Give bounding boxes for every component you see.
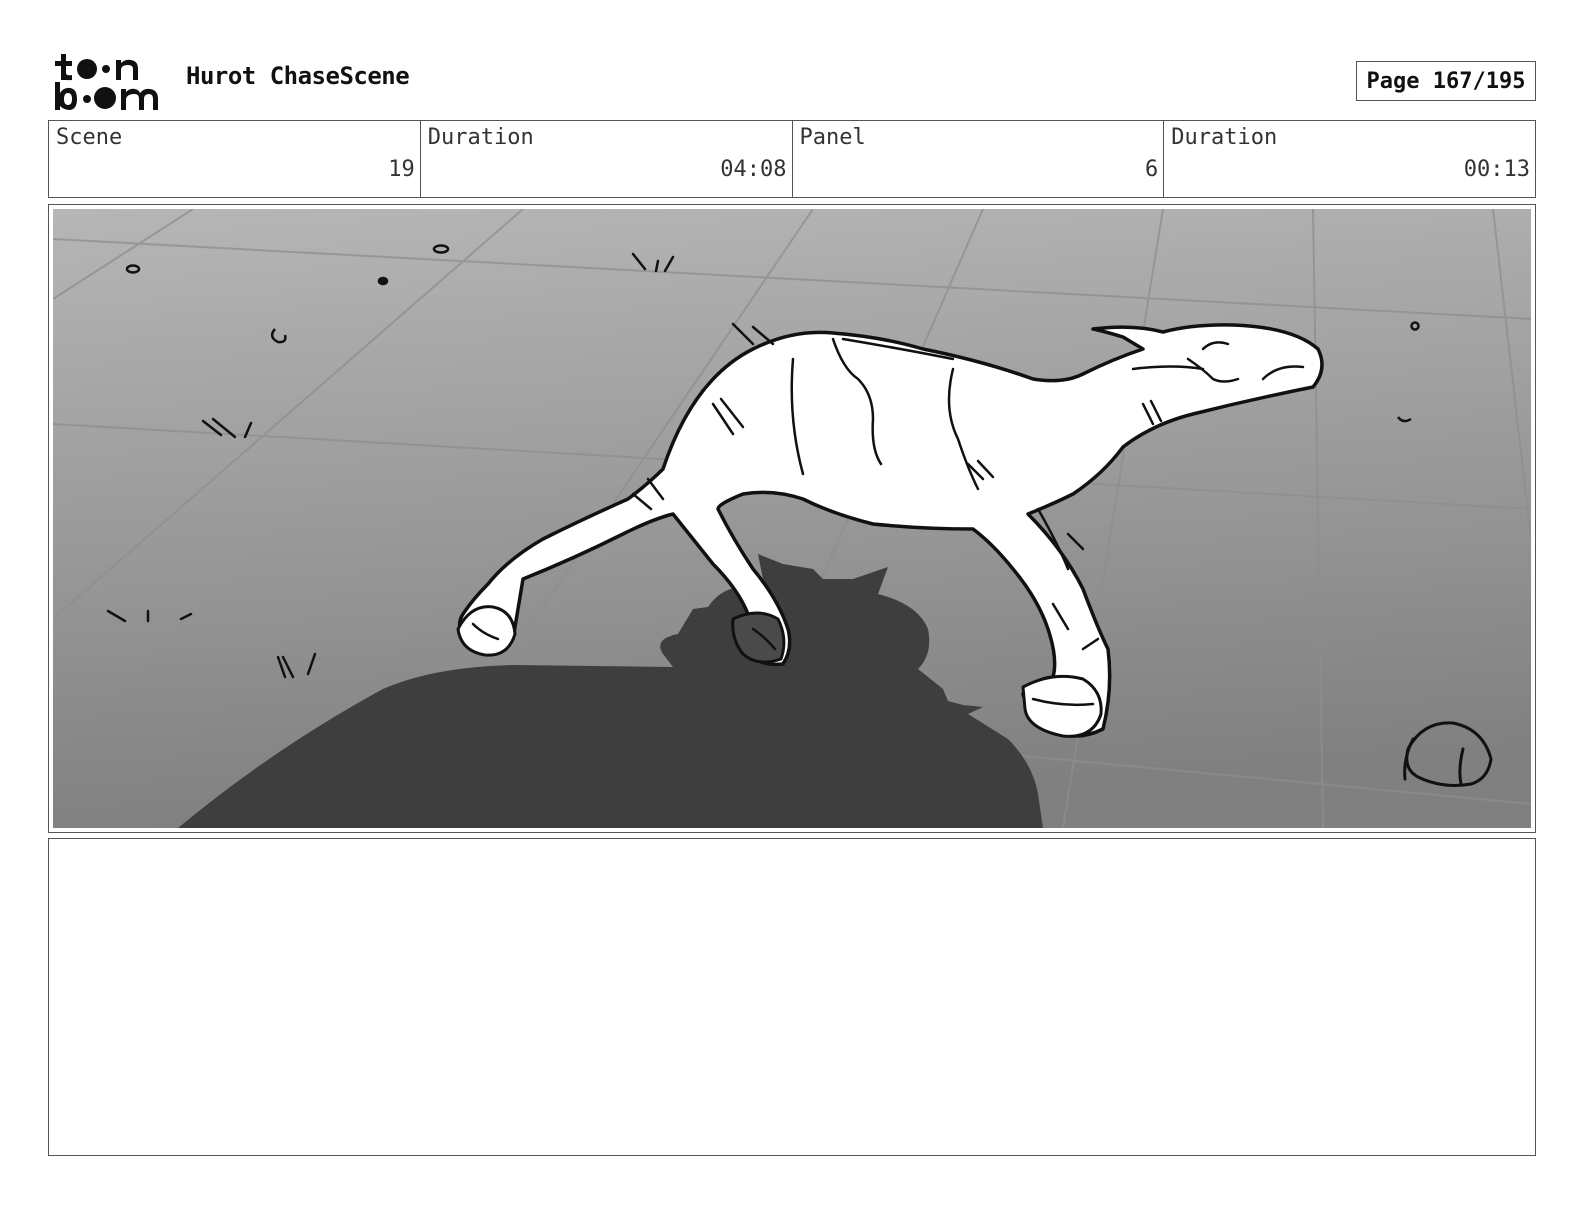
page-number: Page 167/195 (1356, 61, 1536, 101)
panel-label: Panel (799, 125, 866, 150)
scene-info-table: Scene 19 Duration 04:08 Panel 6 Duration… (48, 120, 1536, 198)
scene-duration-label: Duration (427, 125, 534, 150)
scene-label: Scene (56, 125, 123, 150)
scene-duration-cell: Duration 04:08 (421, 121, 793, 197)
scene-value: 19 (388, 157, 415, 182)
panel-cell: Panel 6 (793, 121, 1165, 197)
project-title: Hurot ChaseScene (186, 62, 410, 90)
storyboard-drawing (53, 209, 1531, 828)
panel-frame (48, 204, 1536, 833)
panel-duration-value: 00:13 (1463, 157, 1530, 182)
panel-duration-label: Duration (1171, 125, 1278, 150)
scene-duration-value: 04:08 (720, 157, 787, 182)
toonboom-logo (55, 54, 158, 110)
scene-cell: Scene 19 (49, 121, 421, 197)
panel-notes-box (48, 838, 1536, 1156)
panel-duration-cell: Duration 00:13 (1164, 121, 1535, 197)
panel-value: 6 (1145, 157, 1159, 182)
